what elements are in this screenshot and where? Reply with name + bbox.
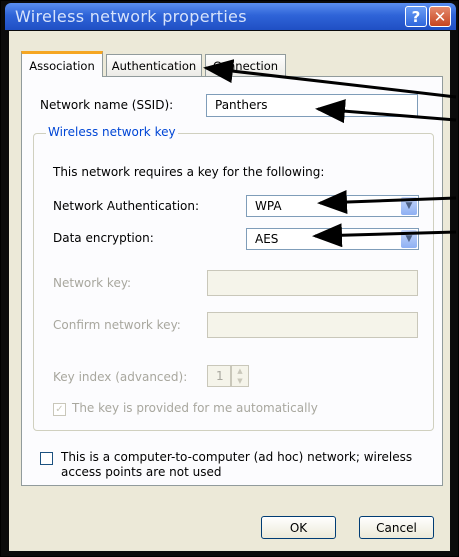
annotation-arrows (203, 59, 457, 248)
arrow-to-encryption-select (312, 223, 457, 248)
tab-association[interactable]: Association (21, 51, 103, 77)
arrow-to-ssid-field (315, 99, 457, 124)
arrow-to-authentication-tab (203, 59, 457, 99)
arrow-to-authentication-select (317, 190, 457, 214)
